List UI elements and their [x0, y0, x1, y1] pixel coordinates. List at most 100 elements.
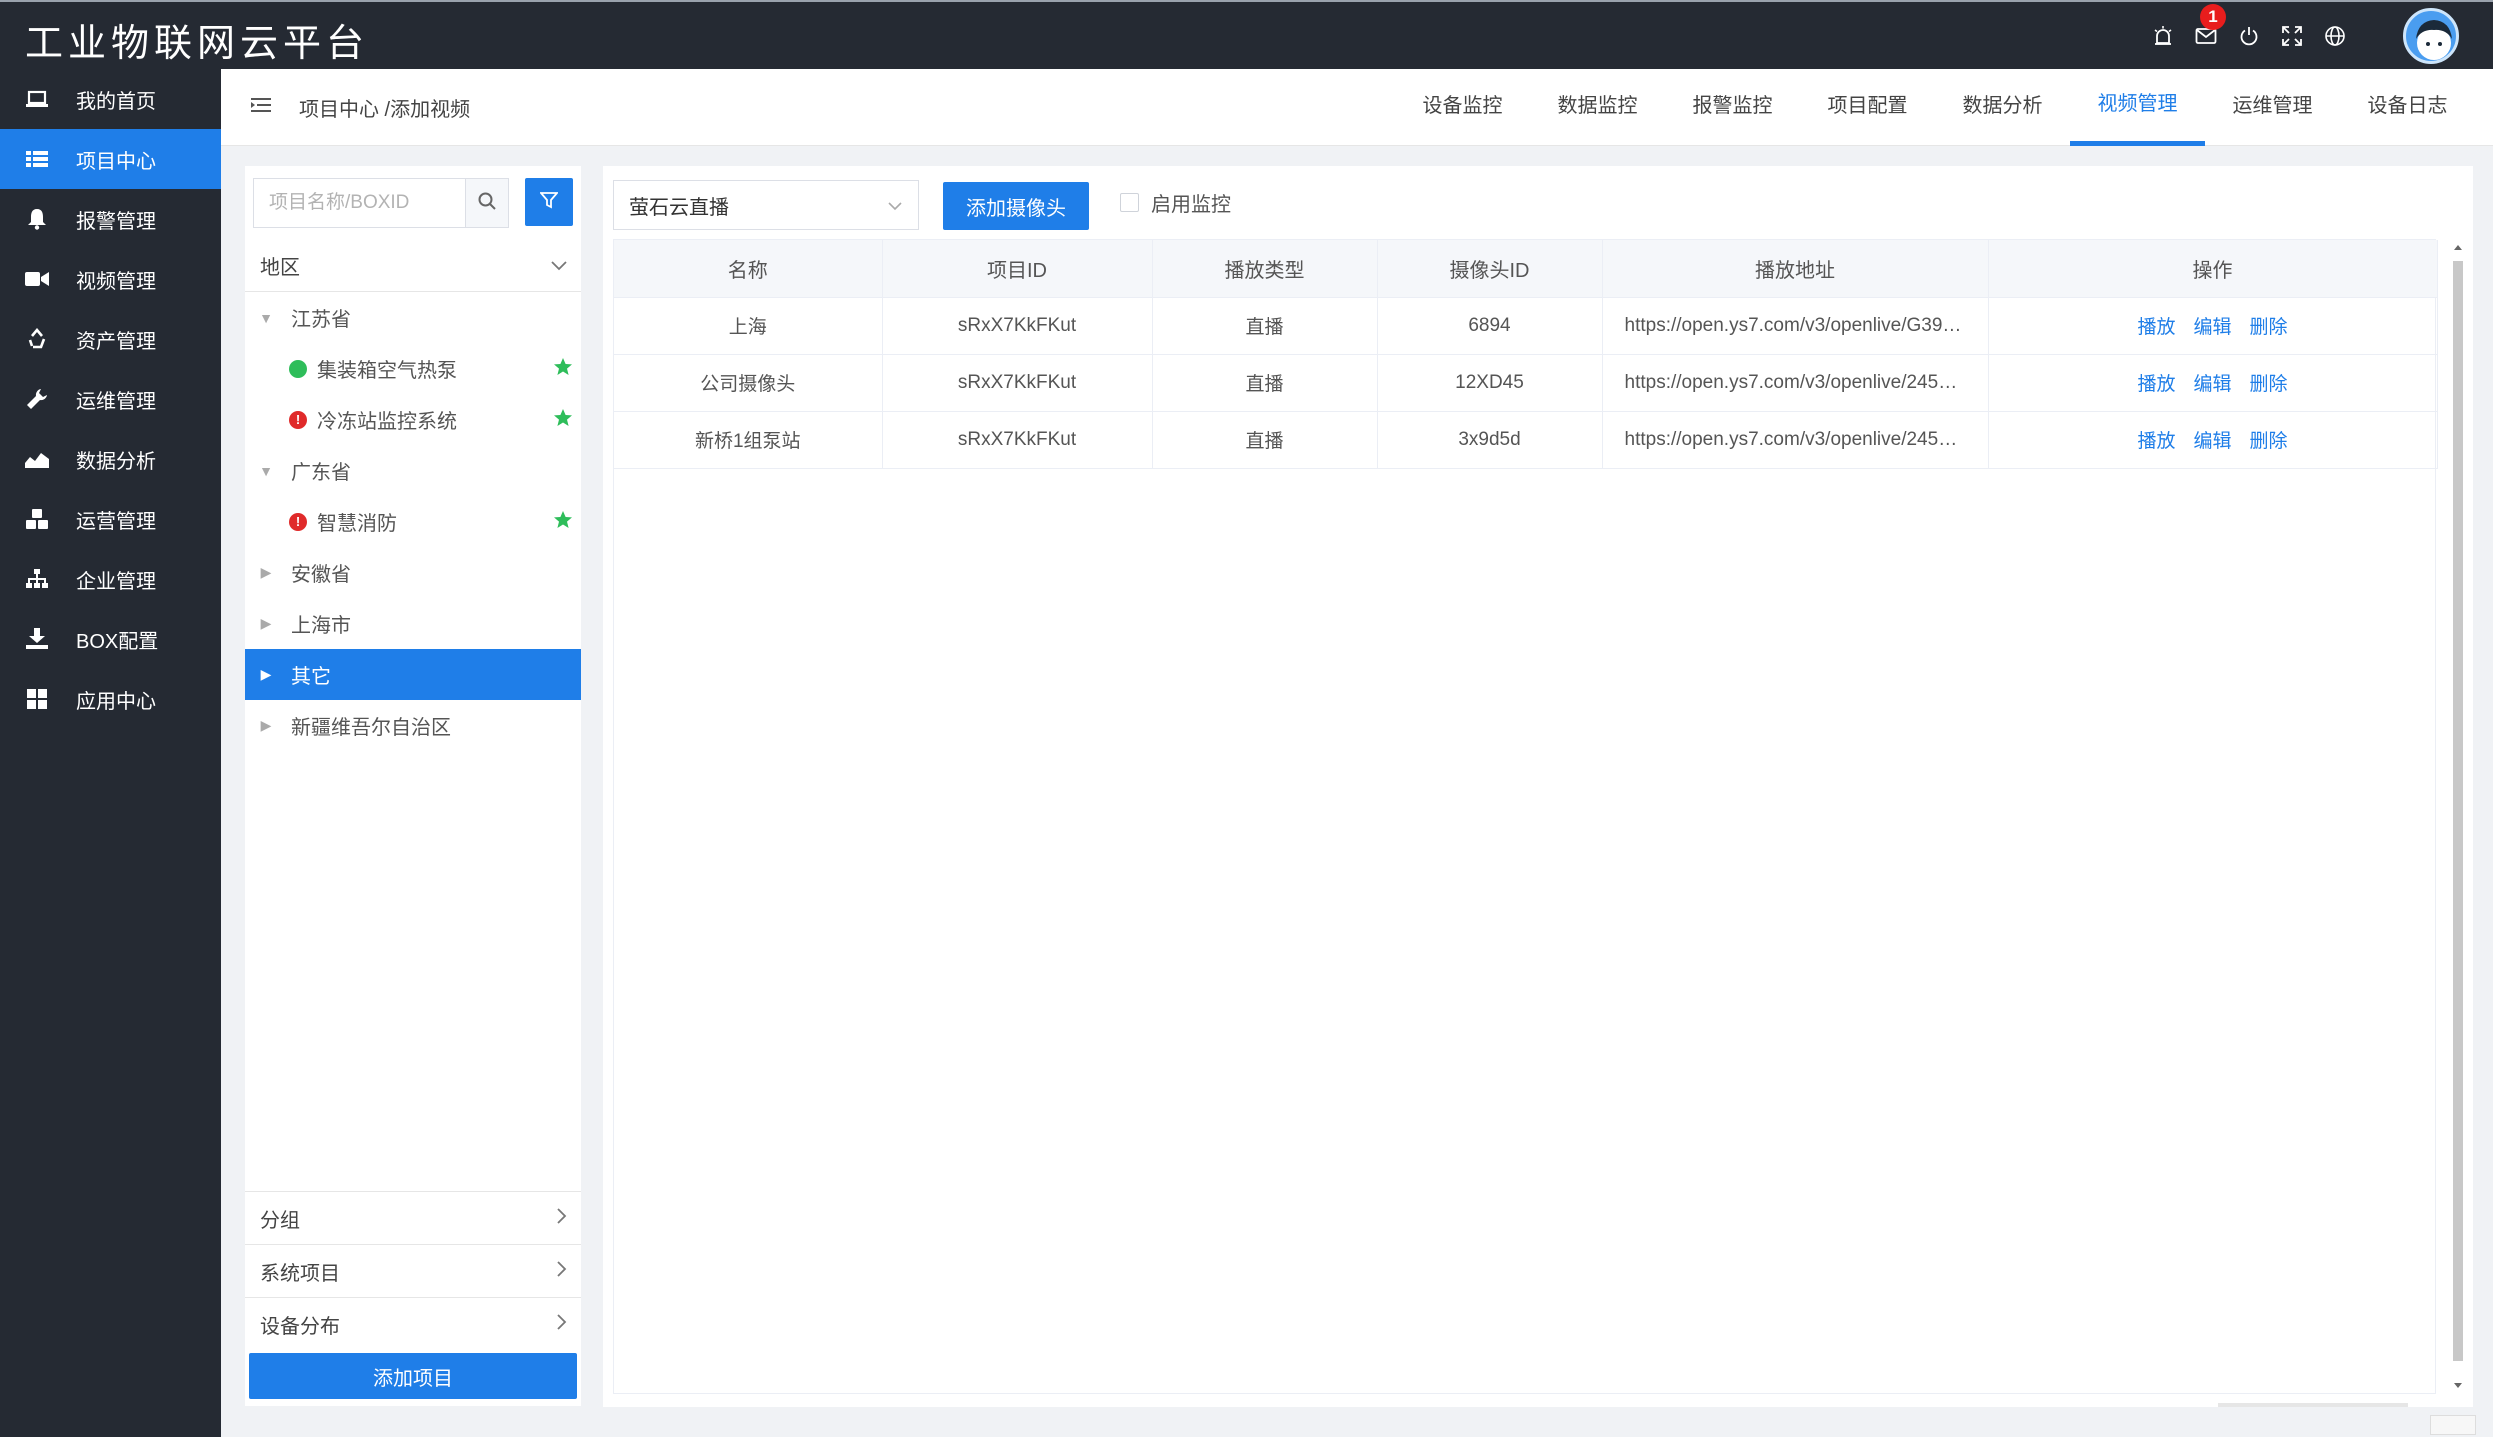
power-icon[interactable]: [2229, 16, 2269, 56]
row-actions: 播放 编辑 删除: [1988, 354, 2438, 412]
add-project-button[interactable]: 添加项目: [249, 1353, 577, 1399]
top-icon-group: 1: [2143, 2, 2493, 69]
sidebar-item-data-analysis[interactable]: 数据分析: [0, 429, 221, 489]
alarm-light-icon[interactable]: [2143, 16, 2183, 56]
tab-ops-management[interactable]: 运维管理: [2205, 69, 2340, 146]
tree-node-province[interactable]: ▶ 安徽省: [245, 547, 581, 598]
tree-node-province[interactable]: ▶ 新疆维吾尔自治区: [245, 700, 581, 751]
caret-right-icon[interactable]: ▶: [255, 615, 277, 632]
chevron-right-icon: [557, 1313, 567, 1336]
table-horizontal-scrollbar[interactable]: [2218, 1403, 2408, 1407]
sidebar-item-label: 视频管理: [76, 270, 156, 293]
sidebar-item-project-center[interactable]: 项目中心: [0, 129, 221, 189]
column-header: 项目ID: [882, 240, 1153, 298]
tree-node-project[interactable]: 集装箱空气热泵: [245, 343, 581, 394]
device-distribution-section[interactable]: 设备分布: [245, 1297, 581, 1350]
tab-video-management[interactable]: 视频管理: [2070, 69, 2205, 146]
tree-node-label: 其它: [291, 666, 331, 688]
tree-node-province[interactable]: ▶ 上海市: [245, 598, 581, 649]
tab-alarm-monitor[interactable]: 报警监控: [1665, 69, 1800, 146]
globe-icon[interactable]: [2315, 16, 2355, 56]
tab-data-analysis[interactable]: 数据分析: [1935, 69, 2070, 146]
chevron-down-icon: [551, 254, 567, 277]
table-row: 上海 sRxX7KkFKut 直播 6894 https://open.ys7.…: [614, 297, 2438, 355]
tab-project-config[interactable]: 项目配置: [1800, 69, 1935, 146]
sidebar-item-label: 数据分析: [76, 450, 156, 473]
mail-icon[interactable]: 1: [2186, 3, 2226, 56]
filter-button[interactable]: [525, 178, 573, 226]
group-section[interactable]: 分组: [245, 1191, 581, 1244]
notification-badge: 1: [2200, 3, 2226, 30]
sidebar-item-maintenance[interactable]: 运维管理: [0, 369, 221, 429]
sidebar-item-assets[interactable]: 资产管理: [0, 309, 221, 369]
chevron-right-icon: [557, 1260, 567, 1283]
edit-link[interactable]: 编辑: [2193, 431, 2231, 452]
user-avatar[interactable]: [2403, 7, 2459, 64]
play-link[interactable]: 播放: [2137, 431, 2175, 452]
video-source-select[interactable]: 萤石云直播: [613, 180, 919, 230]
sidebar-item-app-center[interactable]: 应用中心: [0, 669, 221, 729]
scroll-up-arrow-icon[interactable]: [2453, 243, 2463, 251]
star-icon[interactable]: [553, 357, 573, 383]
table-vertical-scrollbar[interactable]: [2451, 239, 2465, 1394]
delete-link[interactable]: 删除: [2250, 317, 2288, 338]
tab-device-log[interactable]: 设备日志: [2340, 69, 2475, 146]
alert-status-icon: !: [289, 410, 307, 429]
caret-down-icon[interactable]: ▼: [255, 463, 277, 479]
sidebar-item-home[interactable]: 我的首页: [0, 69, 221, 129]
tree-node-label: 冷冻站监控系统: [317, 411, 457, 433]
camera-id: 6894: [1377, 297, 1603, 355]
region-header[interactable]: 地区: [245, 240, 581, 292]
tree-node-label: 集装箱空气热泵: [317, 360, 457, 382]
recycle-icon: [24, 326, 50, 352]
tree-node-label: 新疆维吾尔自治区: [291, 717, 451, 739]
tab-device-monitor[interactable]: 设备监控: [1395, 69, 1530, 146]
tree-node-project[interactable]: ! 冷冻站监控系统: [245, 394, 581, 445]
add-camera-button[interactable]: 添加摄像头: [943, 182, 1089, 230]
edit-link[interactable]: 编辑: [2193, 317, 2231, 338]
enable-monitor-checkbox[interactable]: [1120, 193, 1139, 212]
delete-link[interactable]: 删除: [2250, 431, 2288, 452]
star-icon[interactable]: [553, 510, 573, 536]
tree-node-project[interactable]: ! 智慧消防: [245, 496, 581, 547]
enable-monitor-toggle[interactable]: 启用监控: [1120, 188, 1231, 217]
system-projects-section[interactable]: 系统项目: [245, 1244, 581, 1297]
search-row: [253, 178, 573, 228]
play-type: 直播: [1152, 354, 1378, 412]
scroll-down-arrow-icon[interactable]: [2453, 1382, 2463, 1390]
play-link[interactable]: 播放: [2137, 317, 2175, 338]
sidebar-item-alarm[interactable]: 报警管理: [0, 189, 221, 249]
sidebar-item-label: 我的首页: [76, 90, 156, 113]
caret-right-icon[interactable]: ▶: [255, 564, 277, 581]
caret-right-icon[interactable]: ▶: [255, 717, 277, 734]
edit-link[interactable]: 编辑: [2193, 374, 2231, 395]
project-search-input[interactable]: [253, 178, 465, 228]
tree-node-province[interactable]: ▼ 广东省: [245, 445, 581, 496]
tree-node-province-selected[interactable]: ▶ 其它: [245, 649, 581, 700]
filter-icon: [539, 191, 559, 214]
tree-node-label: 上海市: [291, 615, 351, 637]
star-icon[interactable]: [553, 408, 573, 434]
menu-toggle-icon[interactable]: [251, 97, 271, 118]
play-type: 直播: [1152, 411, 1378, 469]
caret-right-icon[interactable]: ▶: [255, 666, 277, 683]
search-button[interactable]: [465, 178, 509, 228]
fullscreen-icon[interactable]: [2272, 16, 2312, 56]
tree-node-province[interactable]: ▼ 江苏省: [245, 292, 581, 343]
play-link[interactable]: 播放: [2137, 374, 2175, 395]
table-row: 公司摄像头 sRxX7KkFKut 直播 12XD45 https://open…: [614, 354, 2438, 412]
camera-name: 新桥1组泵站: [614, 411, 883, 469]
delete-link[interactable]: 删除: [2250, 374, 2288, 395]
wrench-icon: [24, 386, 50, 412]
system-projects-label: 系统项目: [260, 1262, 340, 1285]
chevron-down-icon: [888, 194, 902, 217]
play-type: 直播: [1152, 297, 1378, 355]
scrollbar-thumb[interactable]: [2453, 261, 2463, 1361]
camera-table: 名称 项目ID 播放类型 摄像头ID 播放地址 操作 上海 sRxX7KkFKu…: [613, 239, 2438, 1394]
sidebar-item-video[interactable]: 视频管理: [0, 249, 221, 309]
sidebar-item-enterprise[interactable]: 企业管理: [0, 549, 221, 609]
sidebar-item-operations[interactable]: 运营管理: [0, 489, 221, 549]
caret-down-icon[interactable]: ▼: [255, 310, 277, 326]
sidebar-item-box-config[interactable]: BOX配置: [0, 609, 221, 669]
tab-data-monitor[interactable]: 数据监控: [1530, 69, 1665, 146]
